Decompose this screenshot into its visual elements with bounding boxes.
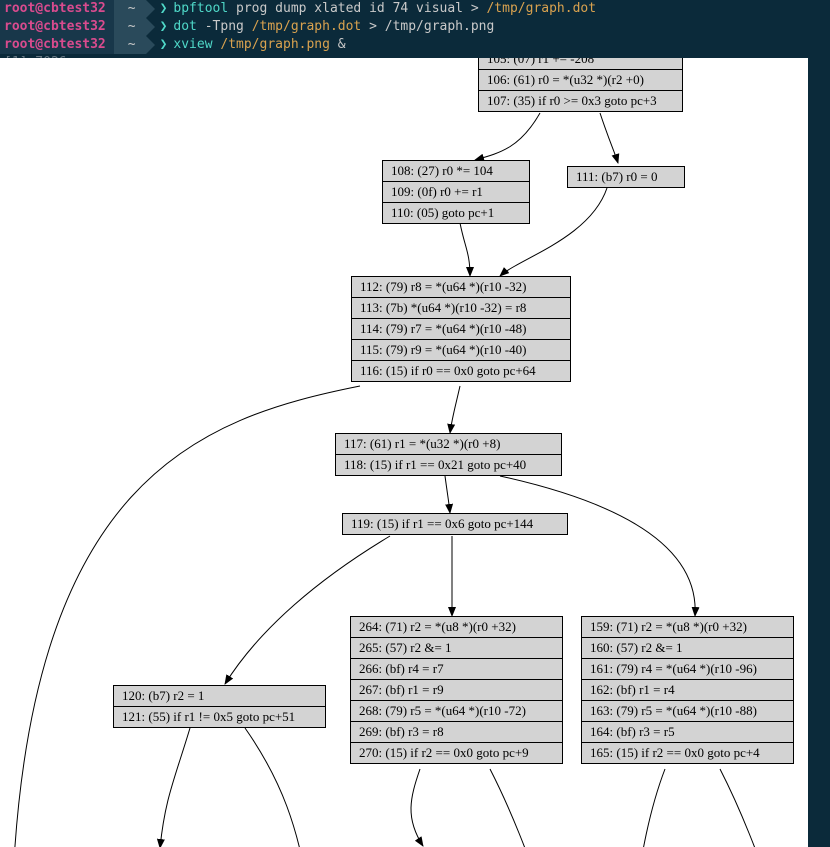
command-path: /tmp/graph.dot bbox=[486, 0, 596, 18]
prompt-path: ~ bbox=[114, 0, 146, 18]
bpf-instr: 161: (79) r4 = *(u64 *)(r10 -96) bbox=[582, 659, 793, 680]
bpf-instr: 107: (35) if r0 >= 0x3 goto pc+3 bbox=[479, 91, 682, 111]
bpf-instr: 108: (27) r0 *= 104 bbox=[383, 161, 529, 182]
bpf-node: 119: (15) if r1 == 0x6 goto pc+144 bbox=[342, 513, 568, 535]
bpf-instr: 162: (bf) r1 = r4 bbox=[582, 680, 793, 701]
bpf-instr: 116: (15) if r0 == 0x0 goto pc+64 bbox=[352, 361, 570, 381]
bpf-instr: 164: (bf) r3 = r5 bbox=[582, 722, 793, 743]
bpf-node: 108: (27) r0 *= 104 109: (0f) r0 += r1 1… bbox=[382, 160, 530, 224]
prompt-path: ~ bbox=[114, 18, 146, 36]
bpf-instr: 119: (15) if r1 == 0x6 goto pc+144 bbox=[343, 514, 567, 534]
prompt-host: root@cbtest32 bbox=[0, 18, 114, 36]
bpf-node: 112: (79) r8 = *(u64 *)(r10 -32) 113: (7… bbox=[351, 276, 571, 382]
bpf-instr: 267: (bf) r1 = r9 bbox=[351, 680, 562, 701]
bpf-node: 159: (71) r2 = *(u8 *)(r0 +32) 160: (57)… bbox=[581, 616, 794, 764]
bpf-instr: 106: (61) r0 = *(u32 *)(r2 +0) bbox=[479, 70, 682, 91]
prompt-host: root@cbtest32 bbox=[0, 36, 114, 54]
prompt-path: ~ bbox=[114, 36, 146, 54]
bpf-instr: 266: (bf) r4 = r7 bbox=[351, 659, 562, 680]
bpf-node: 105: (07) r1 += -208 106: (61) r0 = *(u3… bbox=[478, 58, 683, 112]
bpf-node: 117: (61) r1 = *(u32 *)(r0 +8) 118: (15)… bbox=[335, 433, 562, 476]
bpf-instr: 159: (71) r2 = *(u8 *)(r0 +32) bbox=[582, 617, 793, 638]
command-args bbox=[213, 36, 221, 54]
bpf-instr: 264: (71) r2 = *(u8 *)(r0 +32) bbox=[351, 617, 562, 638]
bpf-node: 111: (b7) r0 = 0 bbox=[567, 166, 685, 188]
bpf-instr: 160: (57) r2 &= 1 bbox=[582, 638, 793, 659]
graph-canvas[interactable]: 105: (07) r1 += -208 106: (61) r0 = *(u3… bbox=[0, 58, 808, 847]
command-args: & bbox=[330, 36, 346, 54]
bpf-instr: 269: (bf) r3 = r8 bbox=[351, 722, 562, 743]
bpf-instr: 117: (61) r1 = *(u32 *)(r0 +8) bbox=[336, 434, 561, 455]
bpf-node: 120: (b7) r2 = 1 121: (55) if r1 != 0x5 … bbox=[113, 685, 326, 728]
bpf-instr: 112: (79) r8 = *(u64 *)(r10 -32) bbox=[352, 277, 570, 298]
bpf-instr: 115: (79) r9 = *(u64 *)(r10 -40) bbox=[352, 340, 570, 361]
bpf-node: 264: (71) r2 = *(u8 *)(r0 +32) 265: (57)… bbox=[350, 616, 563, 764]
command-args: > /tmp/graph.png bbox=[361, 18, 494, 36]
bpf-instr: 121: (55) if r1 != 0x5 goto pc+51 bbox=[114, 707, 325, 727]
command-exec: xview bbox=[173, 36, 212, 54]
terminal-line[interactable]: root@cbtest32 ~ ❯ dot -Tpng /tmp/graph.d… bbox=[0, 18, 830, 36]
command-exec: dot bbox=[173, 18, 196, 36]
bpf-instr: 118: (15) if r1 == 0x21 goto pc+40 bbox=[336, 455, 561, 475]
bpf-instr: 113: (7b) *(u64 *)(r10 -32) = r8 bbox=[352, 298, 570, 319]
command-args: prog dump xlated id 74 visual > bbox=[228, 0, 486, 18]
bpf-instr: 114: (79) r7 = *(u64 *)(r10 -48) bbox=[352, 319, 570, 340]
command-exec: bpftool bbox=[173, 0, 228, 18]
prompt-host: root@cbtest32 bbox=[0, 0, 114, 18]
bpf-instr: 109: (0f) r0 += r1 bbox=[383, 182, 529, 203]
bpf-instr: 110: (05) goto pc+1 bbox=[383, 203, 529, 223]
terminal-line[interactable]: root@cbtest32 ~ ❯ xview /tmp/graph.png & bbox=[0, 36, 830, 54]
bpf-instr: 270: (15) if r2 == 0x0 goto pc+9 bbox=[351, 743, 562, 763]
terminal-line[interactable]: root@cbtest32 ~ ❯ bpftool prog dump xlat… bbox=[0, 0, 830, 18]
command-path: /tmp/graph.dot bbox=[252, 18, 362, 36]
bpf-instr: 120: (b7) r2 = 1 bbox=[114, 686, 325, 707]
bpf-instr: 265: (57) r2 &= 1 bbox=[351, 638, 562, 659]
command-args: -Tpng bbox=[197, 18, 252, 36]
bpf-instr: 268: (79) r5 = *(u64 *)(r10 -72) bbox=[351, 701, 562, 722]
command-path: /tmp/graph.png bbox=[220, 36, 330, 54]
bpf-instr: 165: (15) if r2 == 0x0 goto pc+4 bbox=[582, 743, 793, 763]
bpf-instr: 111: (b7) r0 = 0 bbox=[568, 167, 684, 187]
image-viewer[interactable]: 105: (07) r1 += -208 106: (61) r0 = *(u3… bbox=[0, 58, 808, 847]
bpf-instr: 105: (07) r1 += -208 bbox=[479, 58, 682, 70]
bpf-instr: 163: (79) r5 = *(u64 *)(r10 -88) bbox=[582, 701, 793, 722]
